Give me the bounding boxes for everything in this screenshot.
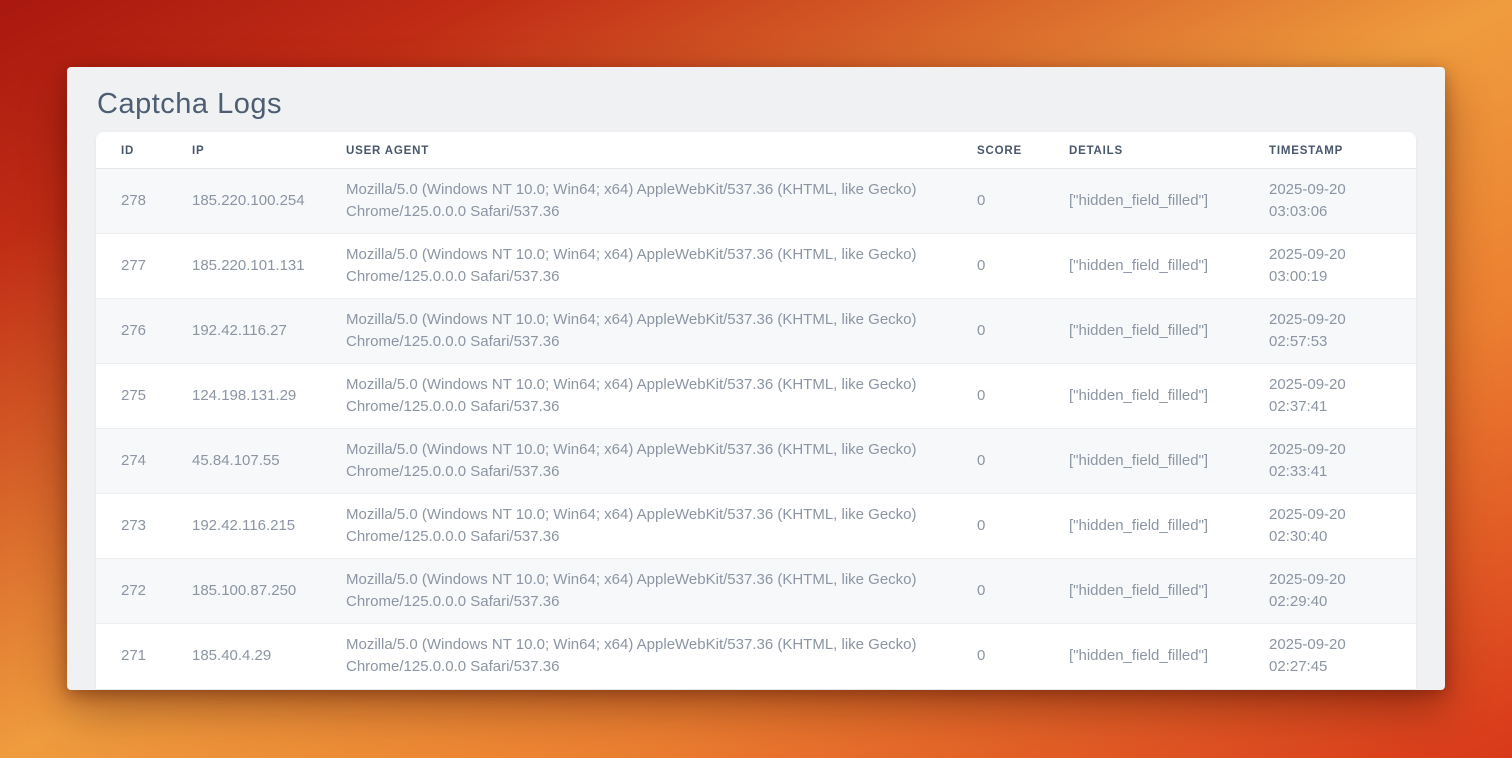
table-row: 277 185.220.101.131 Mozilla/5.0 (Windows… bbox=[96, 234, 1416, 299]
cell-id: 271 bbox=[96, 624, 167, 689]
cell-details: ["hidden_field_filled"] bbox=[1044, 364, 1244, 429]
column-header-id: ID bbox=[96, 132, 167, 169]
cell-id: 274 bbox=[96, 429, 167, 494]
cell-ip: 124.198.131.29 bbox=[167, 364, 321, 429]
page-title: Captcha Logs bbox=[97, 86, 1416, 122]
timestamp-text: 2025-09-20 02:33:41 bbox=[1269, 439, 1379, 483]
cell-ip: 192.42.116.27 bbox=[167, 299, 321, 364]
table-header-row: ID IP USER AGENT SCORE DETAILS TIMESTAMP bbox=[96, 132, 1416, 169]
cell-id: 277 bbox=[96, 234, 167, 299]
column-header-ip: IP bbox=[167, 132, 321, 169]
cell-timestamp: 2025-09-20 02:29:40 bbox=[1244, 559, 1416, 624]
table-row: 278 185.220.100.254 Mozilla/5.0 (Windows… bbox=[96, 169, 1416, 234]
cell-user-agent: Mozilla/5.0 (Windows NT 10.0; Win64; x64… bbox=[321, 299, 952, 364]
timestamp-text: 2025-09-20 02:27:45 bbox=[1269, 634, 1379, 678]
cell-details: ["hidden_field_filled"] bbox=[1044, 494, 1244, 559]
cell-score: 0 bbox=[952, 364, 1044, 429]
cell-details: ["hidden_field_filled"] bbox=[1044, 624, 1244, 689]
cell-ip: 192.42.116.215 bbox=[167, 494, 321, 559]
cell-details: ["hidden_field_filled"] bbox=[1044, 429, 1244, 494]
cell-score: 0 bbox=[952, 559, 1044, 624]
cell-id: 273 bbox=[96, 494, 167, 559]
table-row: 274 45.84.107.55 Mozilla/5.0 (Windows NT… bbox=[96, 429, 1416, 494]
cell-score: 0 bbox=[952, 169, 1044, 234]
cell-user-agent: Mozilla/5.0 (Windows NT 10.0; Win64; x64… bbox=[321, 169, 952, 234]
cell-details: ["hidden_field_filled"] bbox=[1044, 169, 1244, 234]
cell-details: ["hidden_field_filled"] bbox=[1044, 559, 1244, 624]
cell-user-agent: Mozilla/5.0 (Windows NT 10.0; Win64; x64… bbox=[321, 559, 952, 624]
timestamp-text: 2025-09-20 02:57:53 bbox=[1269, 309, 1379, 353]
cell-timestamp: 2025-09-20 02:33:41 bbox=[1244, 429, 1416, 494]
cell-user-agent: Mozilla/5.0 (Windows NT 10.0; Win64; x64… bbox=[321, 494, 952, 559]
cell-ip: 45.84.107.55 bbox=[167, 429, 321, 494]
cell-score: 0 bbox=[952, 624, 1044, 689]
cell-user-agent: Mozilla/5.0 (Windows NT 10.0; Win64; x64… bbox=[321, 624, 952, 689]
timestamp-text: 2025-09-20 03:03:06 bbox=[1269, 179, 1379, 223]
timestamp-text: 2025-09-20 02:30:40 bbox=[1269, 504, 1379, 548]
cell-timestamp: 2025-09-20 02:30:40 bbox=[1244, 494, 1416, 559]
cell-timestamp: 2025-09-20 03:00:19 bbox=[1244, 234, 1416, 299]
cell-id: 278 bbox=[96, 169, 167, 234]
cell-user-agent: Mozilla/5.0 (Windows NT 10.0; Win64; x64… bbox=[321, 429, 952, 494]
table-row: 272 185.100.87.250 Mozilla/5.0 (Windows … bbox=[96, 559, 1416, 624]
table-row: 273 192.42.116.215 Mozilla/5.0 (Windows … bbox=[96, 494, 1416, 559]
cell-id: 275 bbox=[96, 364, 167, 429]
captcha-logs-card: Captcha Logs ID IP USER AGENT SCORE DETA… bbox=[67, 67, 1445, 690]
captcha-logs-table: ID IP USER AGENT SCORE DETAILS TIMESTAMP… bbox=[96, 132, 1416, 689]
cell-timestamp: 2025-09-20 02:57:53 bbox=[1244, 299, 1416, 364]
cell-timestamp: 2025-09-20 03:03:06 bbox=[1244, 169, 1416, 234]
table-row: 271 185.40.4.29 Mozilla/5.0 (Windows NT … bbox=[96, 624, 1416, 689]
cell-ip: 185.220.101.131 bbox=[167, 234, 321, 299]
column-header-details: DETAILS bbox=[1044, 132, 1244, 169]
column-header-timestamp: TIMESTAMP bbox=[1244, 132, 1416, 169]
cell-timestamp: 2025-09-20 02:37:41 bbox=[1244, 364, 1416, 429]
cell-score: 0 bbox=[952, 494, 1044, 559]
column-header-score: SCORE bbox=[952, 132, 1044, 169]
cell-id: 276 bbox=[96, 299, 167, 364]
cell-score: 0 bbox=[952, 234, 1044, 299]
cell-details: ["hidden_field_filled"] bbox=[1044, 299, 1244, 364]
column-header-user-agent: USER AGENT bbox=[321, 132, 952, 169]
cell-ip: 185.220.100.254 bbox=[167, 169, 321, 234]
timestamp-text: 2025-09-20 03:00:19 bbox=[1269, 244, 1379, 288]
cell-score: 0 bbox=[952, 299, 1044, 364]
timestamp-text: 2025-09-20 02:29:40 bbox=[1269, 569, 1379, 613]
table-row: 276 192.42.116.27 Mozilla/5.0 (Windows N… bbox=[96, 299, 1416, 364]
cell-timestamp: 2025-09-20 02:27:45 bbox=[1244, 624, 1416, 689]
timestamp-text: 2025-09-20 02:37:41 bbox=[1269, 374, 1379, 418]
table-row: 275 124.198.131.29 Mozilla/5.0 (Windows … bbox=[96, 364, 1416, 429]
cell-user-agent: Mozilla/5.0 (Windows NT 10.0; Win64; x64… bbox=[321, 234, 952, 299]
cell-details: ["hidden_field_filled"] bbox=[1044, 234, 1244, 299]
cell-ip: 185.40.4.29 bbox=[167, 624, 321, 689]
cell-score: 0 bbox=[952, 429, 1044, 494]
logs-table: ID IP USER AGENT SCORE DETAILS TIMESTAMP… bbox=[96, 132, 1416, 689]
cell-ip: 185.100.87.250 bbox=[167, 559, 321, 624]
cell-id: 272 bbox=[96, 559, 167, 624]
table-body: 278 185.220.100.254 Mozilla/5.0 (Windows… bbox=[96, 169, 1416, 689]
cell-user-agent: Mozilla/5.0 (Windows NT 10.0; Win64; x64… bbox=[321, 364, 952, 429]
